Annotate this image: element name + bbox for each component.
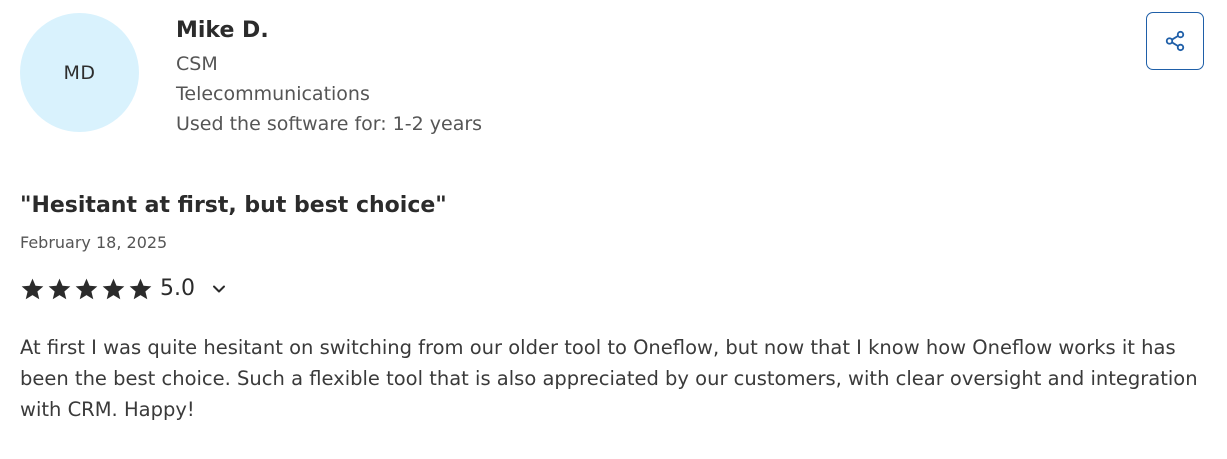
share-button[interactable] xyxy=(1146,12,1204,70)
review-body: At first I was quite hesitant on switchi… xyxy=(20,336,1198,421)
reviewer-info: Mike D. CSM Telecommunications Used the … xyxy=(176,16,482,139)
reviewer-usage: Used the software for: 1-2 years xyxy=(176,113,483,135)
chevron-down-icon xyxy=(213,285,225,293)
rating-row: 5.0 xyxy=(20,272,227,306)
review-title: "Hesitant at first, but best choice" xyxy=(20,193,447,218)
rating-value: 5.0 xyxy=(160,276,195,301)
review-date: February 18, 2025 xyxy=(20,233,168,252)
review-card: MD Mike D. CSM Telecommunications Used t… xyxy=(0,0,1227,459)
reviewer-industry: Telecommunications xyxy=(176,83,370,105)
star-icon xyxy=(75,278,98,300)
avatar: MD xyxy=(20,13,139,132)
rating-breakdown-toggle[interactable] xyxy=(211,281,227,297)
reviewer-name: Mike D. xyxy=(176,18,269,43)
share-icon xyxy=(1165,30,1185,52)
star-icon xyxy=(48,278,71,300)
avatar-initials: MD xyxy=(63,61,96,84)
reviewer-role: CSM xyxy=(176,53,218,75)
star-rating xyxy=(20,277,155,301)
star-icon xyxy=(129,278,152,300)
star-icon xyxy=(102,278,125,300)
star-icon xyxy=(21,278,44,300)
